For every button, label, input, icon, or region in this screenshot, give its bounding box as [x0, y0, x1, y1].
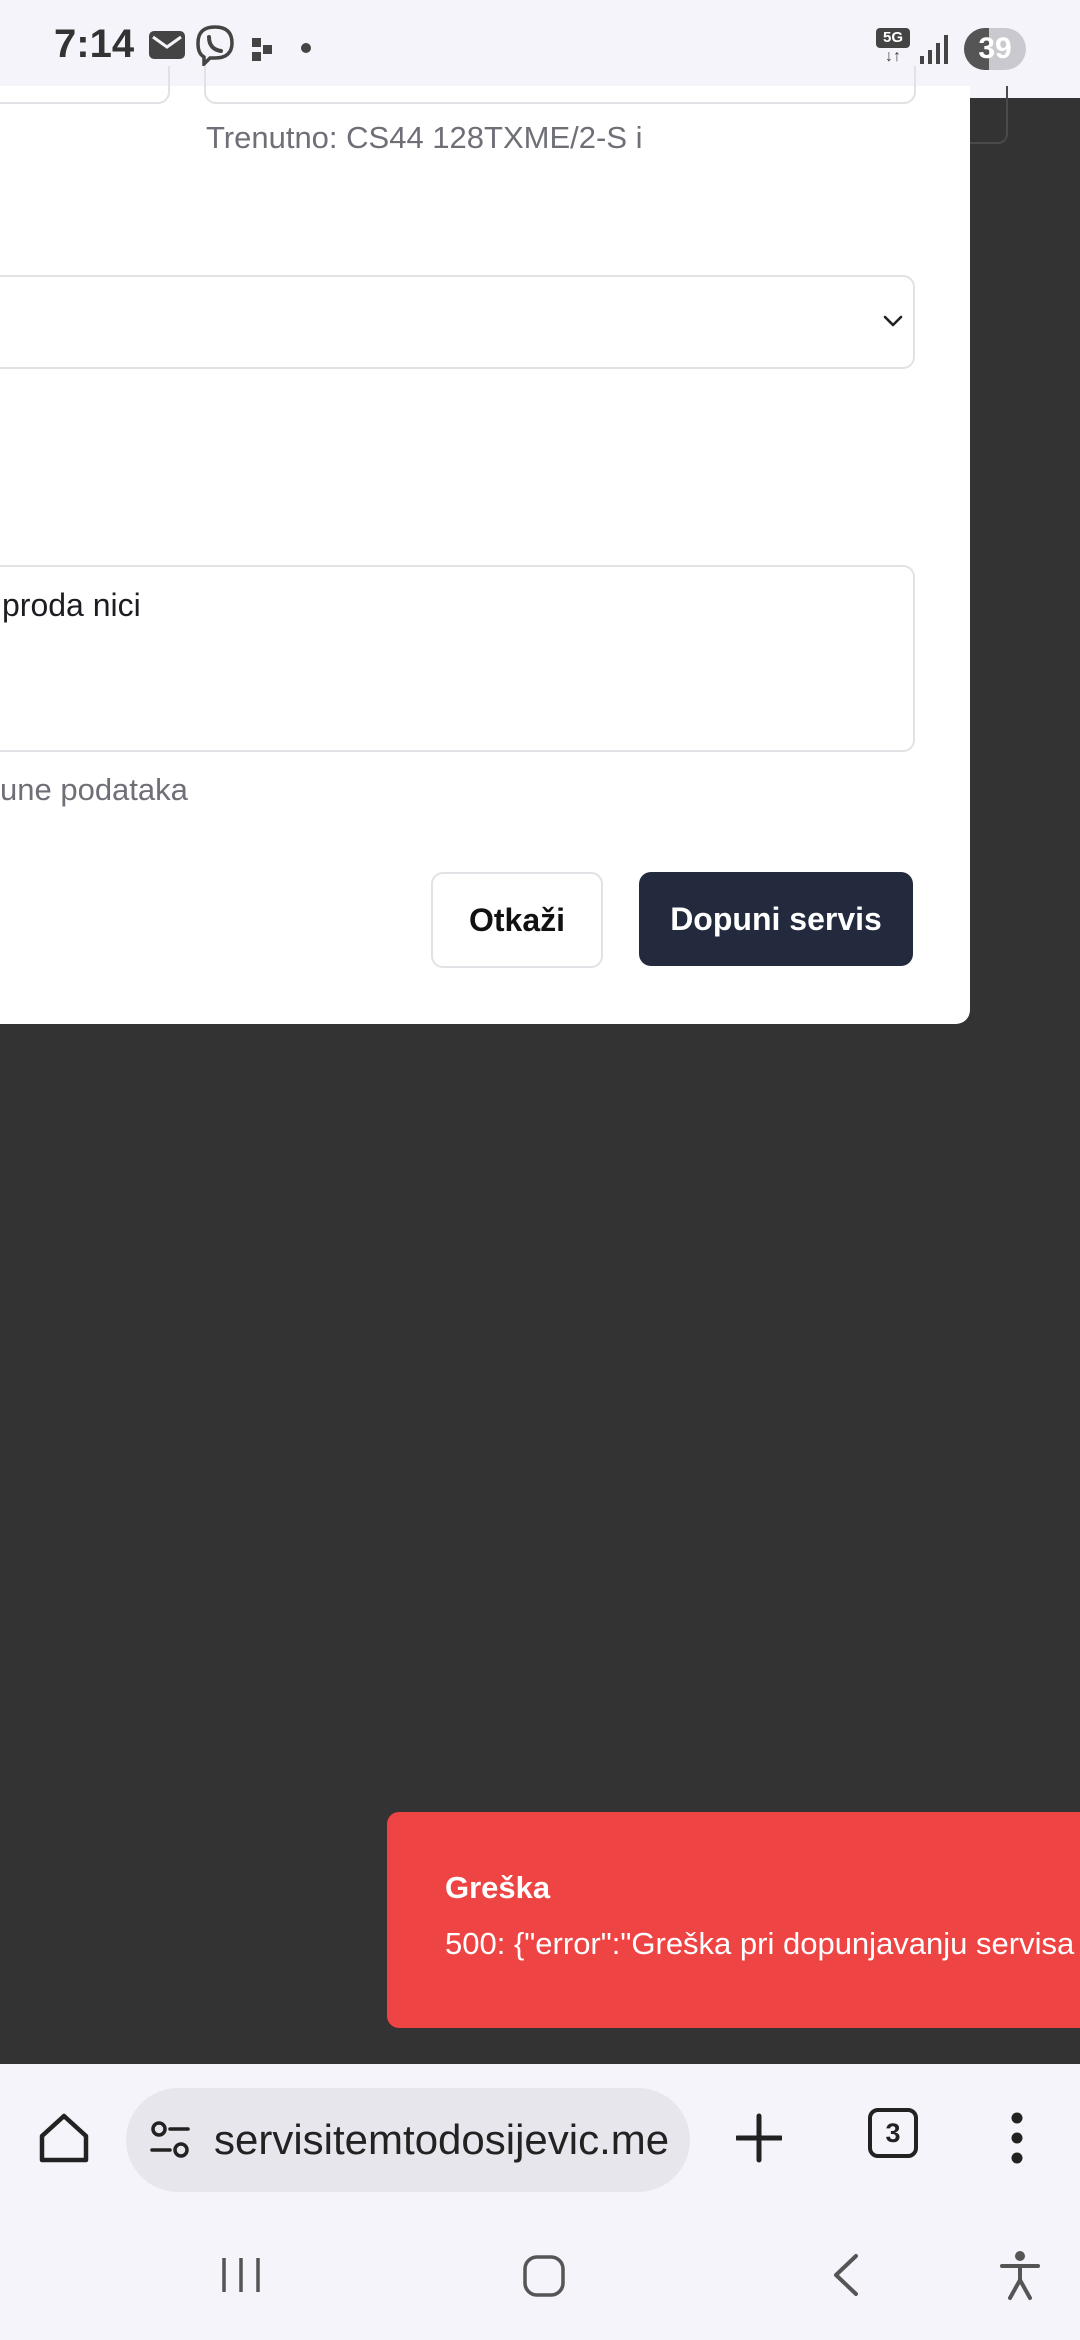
- recents-icon[interactable]: [218, 2252, 264, 2298]
- mail-icon: [149, 31, 185, 59]
- status-time: 7:14: [54, 22, 135, 66]
- battery-icon: 39: [964, 28, 1026, 70]
- tab-count: 3: [885, 2118, 901, 2148]
- chevron-down-icon: [883, 315, 903, 327]
- 5g-icon: 5G ↓↑: [876, 28, 910, 68]
- dot-icon: [301, 43, 311, 53]
- new-tab-icon[interactable]: [736, 2108, 782, 2168]
- network-label: 5G: [876, 28, 910, 48]
- address-bar[interactable]: servisitemtodosijevic.me: [126, 2088, 690, 2192]
- app-notification-icon: [252, 38, 272, 61]
- service-dialog: Trenutno: CS44 128TXME/2-S i proda nici …: [0, 66, 970, 1024]
- accessibility-icon[interactable]: [998, 2250, 1042, 2302]
- site-settings-icon[interactable]: [148, 2118, 192, 2162]
- cancel-button[interactable]: Otkaži: [431, 872, 603, 968]
- home-icon[interactable]: [34, 2108, 94, 2168]
- home-button-icon[interactable]: [520, 2252, 568, 2300]
- description-textarea[interactable]: proda nici: [0, 565, 915, 752]
- textarea-value: proda nici: [2, 587, 141, 623]
- top-input-right[interactable]: [204, 66, 916, 104]
- toast-message: 500: {"error":"Greška pri dopunjavanju s…: [445, 1926, 1075, 1961]
- toast-title: Greška: [445, 1870, 551, 1905]
- status-select[interactable]: [0, 275, 915, 369]
- battery-level: 39: [978, 32, 1012, 65]
- tabs-icon[interactable]: 3: [868, 2108, 918, 2158]
- error-toast[interactable]: Greška 500: {"error":"Greška pri dopunja…: [387, 1812, 1080, 2028]
- url-text: servisitemtodosijevic.me: [214, 2116, 670, 2163]
- top-input-left[interactable]: [0, 66, 170, 104]
- hint-text: une podataka: [0, 772, 188, 807]
- submit-service-button[interactable]: Dopuni servis: [639, 872, 913, 966]
- back-icon[interactable]: [826, 2252, 866, 2298]
- system-navigation-bar: [0, 2212, 1080, 2340]
- menu-icon[interactable]: [1000, 2108, 1034, 2168]
- viber-icon: [196, 25, 234, 66]
- current-model-text: Trenutno: CS44 128TXME/2-S i: [206, 120, 643, 155]
- signal-icon: [920, 35, 948, 64]
- browser-toolbar: servisitemtodosijevic.me 3: [0, 2064, 1080, 2212]
